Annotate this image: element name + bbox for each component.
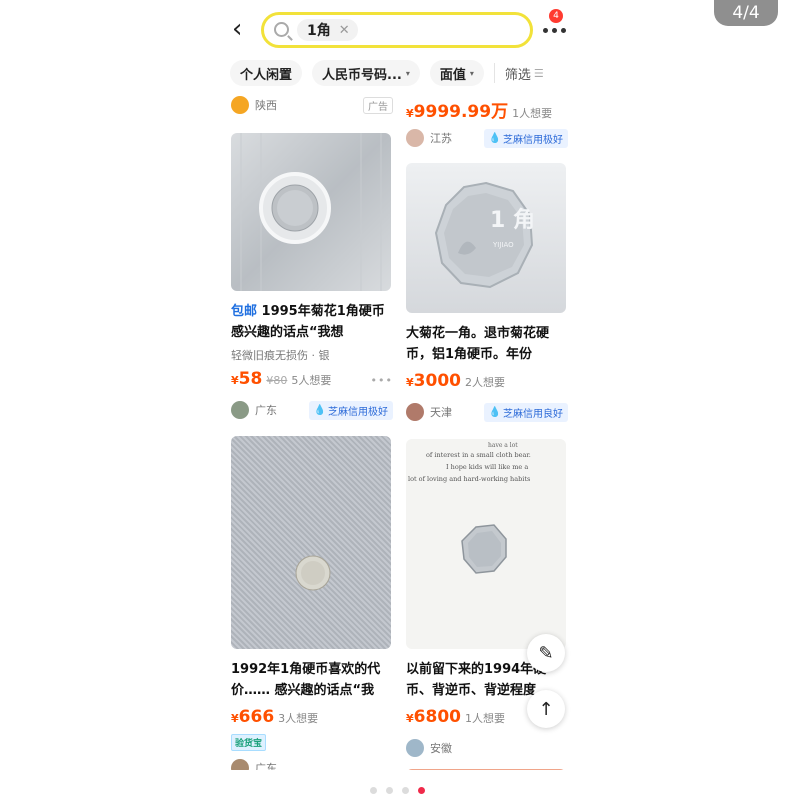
credit-badge: 💧 芝麻信用极好 (308, 400, 393, 420)
scroll-top-icon[interactable]: ↑ (527, 690, 565, 728)
free-shipping-tag: 包邮 (231, 304, 258, 319)
ad-label: 广告 (363, 96, 393, 114)
search-input[interactable]: 1角 ✕ (261, 12, 533, 48)
ad-seller-row: 陕西 广告 (231, 94, 393, 116)
seller-avatar (406, 403, 424, 421)
coin-on-fabric-image (295, 555, 331, 591)
page-counter: 4/4 (714, 0, 778, 26)
left-column: 陕西 广告 包邮 1995年菊花1角硬币 感兴趣的话点“我想 轻微旧痕无损伤 ·… (231, 94, 393, 770)
query-text: 1角 (307, 23, 331, 39)
product-card[interactable]: 包邮 1995年菊花1角硬币 感兴趣的话点“我想 轻微旧痕无损伤 · 银 ¥58… (231, 133, 393, 421)
product-title: 1992年1角硬币喜欢的代价…… 感兴趣的话点“我 (231, 662, 381, 698)
credit-badge: 💧 芝麻信用极好 (483, 128, 568, 148)
paper-line: of interest in a small cloth bear. (426, 451, 531, 459)
filter-rmb-number[interactable]: 人民币号码... ▾ (312, 60, 420, 86)
phone-screen: ‹ 1角 ✕ 4 个人闲置 人民币号码...▾ 面值▾ 筛选☰ 陕西 广告 (218, 0, 582, 770)
price-row: ¥58 ¥80 5人想要 ••• (231, 369, 393, 393)
product-card[interactable]: 1992年1角硬币喜欢的代价…… 感兴趣的话点“我 ¥666 3人想要 验货宝 … (231, 436, 393, 770)
product-desc: 轻微旧痕无损伤 · 银 (231, 349, 330, 362)
product-image (231, 436, 391, 649)
product-image: have a lot of interest in a small cloth … (406, 439, 566, 649)
filter-icon: ☰ (533, 66, 544, 80)
edit-note-icon[interactable]: ✎ (527, 634, 565, 672)
seller-location: 安徽 (430, 742, 452, 755)
page-dot[interactable] (402, 787, 409, 794)
seller-avatar (231, 96, 249, 114)
inspection-badge: 验货宝 (231, 734, 267, 751)
coin-in-capsule-image (240, 133, 382, 291)
chevron-down-icon: ▾ (405, 68, 410, 78)
product-price: ¥3000 (406, 371, 461, 391)
filter-label: 个人闲置 (240, 67, 293, 83)
product-price: ¥6800 (406, 707, 461, 727)
more-options-icon[interactable] (543, 28, 569, 36)
top-bar: ‹ 1角 ✕ 4 (218, 8, 582, 52)
product-image: 1 角 YIJIAO (406, 163, 566, 313)
want-count: 2人想要 (464, 376, 505, 389)
product-title: 包邮 1995年菊花1角硬币 感兴趣的话点“我想 (231, 301, 393, 343)
page-indicators (370, 787, 425, 794)
product-price: ¥666 (231, 707, 275, 727)
paper-line: have a lot (488, 442, 518, 449)
product-price: ¥9999.99万 (406, 102, 509, 122)
filter-more[interactable]: 筛选 ☰ (505, 64, 544, 83)
search-icon (274, 22, 289, 37)
page-dot[interactable] (386, 787, 393, 794)
page-dot-active[interactable] (418, 787, 425, 794)
seller-row: 安徽 (406, 737, 568, 759)
seller-location: 广东 (255, 762, 277, 770)
divider (493, 63, 495, 83)
seller-avatar (231, 401, 249, 419)
seller-row: 江苏 💧 芝麻信用极好 (406, 127, 568, 149)
seller-row: 天津 💧 芝麻信用良好 (406, 401, 568, 423)
product-title: 大菊花一角。退市菊花硬币，铝1角硬币。年份 (406, 326, 550, 362)
filter-bar: 个人闲置 人民币号码... ▾ 面值 ▾ 筛选 ☰ (230, 60, 582, 86)
credit-badge: 💧 芝麻信用良好 (483, 402, 568, 422)
drop-icon: 💧 (313, 404, 326, 416)
filter-label: 筛选 (504, 67, 531, 83)
want-count: 1人想要 (464, 712, 505, 725)
coin-closeup-image: 1 角 YIJIAO (434, 181, 535, 289)
price-row: ¥666 3人想要 (231, 707, 393, 731)
filter-label: 面值 (439, 67, 466, 83)
seller-avatar (231, 759, 249, 770)
coin-text: 1 角 (490, 207, 535, 233)
coin-subtext: YIJIAO (492, 241, 514, 249)
seller-location: 陕西 (255, 99, 277, 112)
product-image (231, 133, 391, 291)
message-badge: 4 (549, 9, 563, 23)
drop-icon: 💧 (488, 132, 501, 144)
search-query-chip[interactable]: 1角 ✕ (297, 19, 358, 41)
want-count: 3人想要 (278, 712, 319, 725)
seller-avatar (406, 129, 424, 147)
filter-denomination[interactable]: 面值 ▾ (429, 60, 484, 86)
seller-location: 广东 (255, 404, 277, 417)
more-icon[interactable]: ••• (371, 374, 393, 387)
want-count: 1人想要 (512, 107, 553, 120)
filter-personal-idle[interactable]: 个人闲置 (230, 60, 303, 86)
product-card[interactable]: 1 角 YIJIAO 大菊花一角。退市菊花硬币，铝1角硬币。年份 ¥3000 2… (406, 163, 568, 423)
close-icon[interactable]: ✕ (339, 23, 350, 38)
seller-location: 江苏 (430, 132, 452, 145)
page-dot[interactable] (370, 787, 377, 794)
seller-row: 广东 💧 芝麻信用极好 (231, 399, 393, 421)
price-row: ¥9999.99万 1人想要 (406, 97, 568, 122)
filter-label: 人民币号码... (322, 67, 402, 83)
product-price: ¥58 (231, 369, 263, 389)
next-product-image[interactable] (406, 769, 566, 770)
coin-on-paper-image: have a lot of interest in a small cloth … (408, 442, 531, 574)
want-count: 5人想要 (291, 374, 332, 387)
paper-line: I hope kids will like me a (446, 463, 528, 471)
seller-avatar (406, 739, 424, 757)
drop-icon: 💧 (488, 406, 501, 418)
original-price: ¥80 (266, 374, 288, 387)
paper-line: lot of loving and hard-working habits (408, 475, 530, 483)
back-arrow-icon[interactable]: ‹ (232, 16, 252, 42)
price-row: ¥3000 2人想要 (406, 371, 568, 395)
chevron-down-icon: ▾ (469, 68, 474, 78)
seller-row: 广东 (231, 757, 393, 770)
seller-location: 天津 (430, 406, 452, 419)
